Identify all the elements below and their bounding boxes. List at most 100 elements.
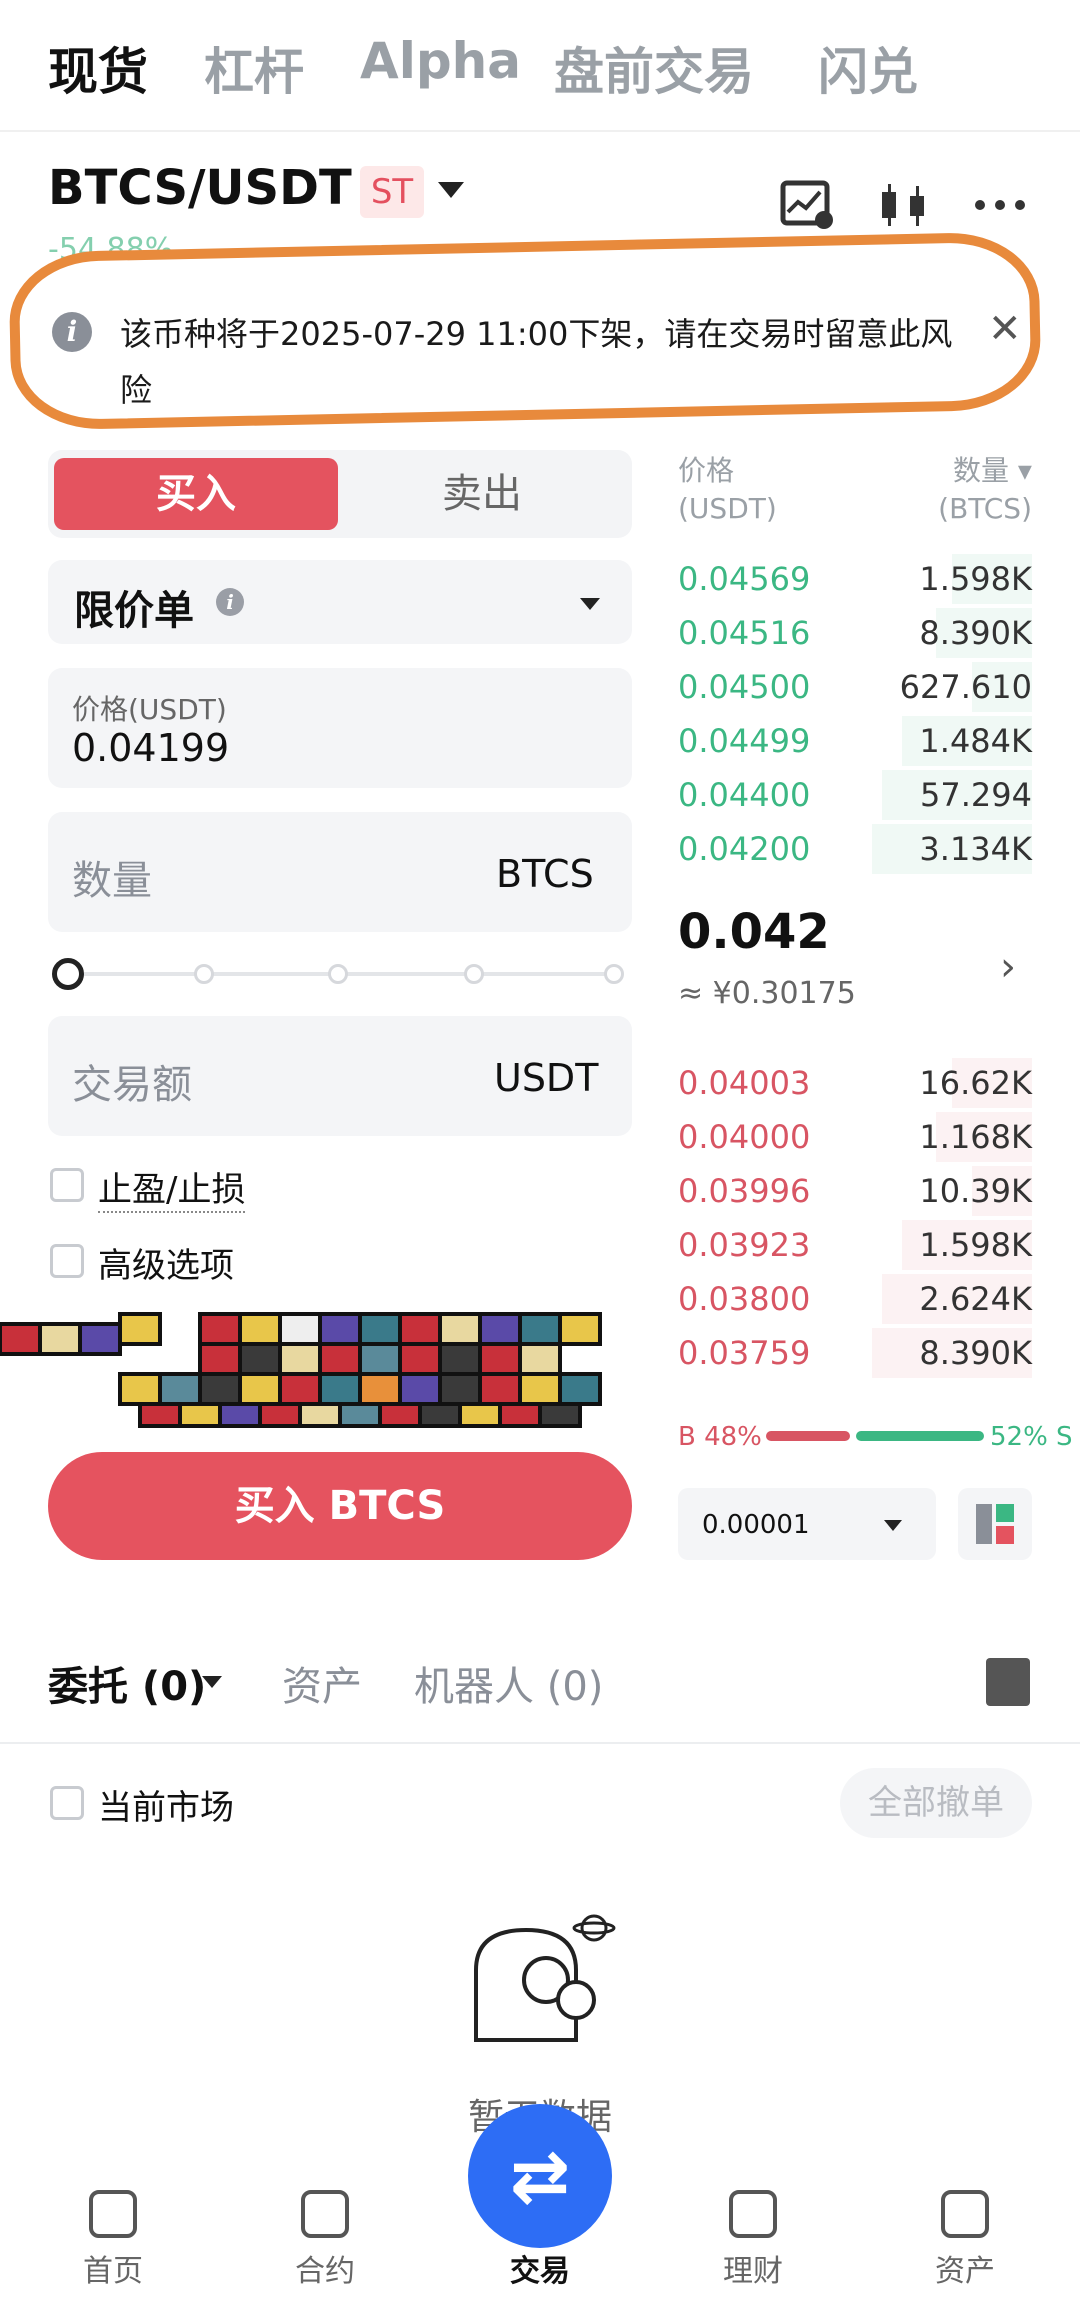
- bid-row[interactable]: 0.03923 1.598K: [678, 1218, 1032, 1272]
- ob-qty: 1.598K: [919, 1226, 1032, 1264]
- ob-qty: 2.624K: [919, 1280, 1032, 1318]
- nav-home-label[interactable]: 首页: [33, 2246, 193, 2290]
- pair-symbol[interactable]: BTCS/USDT: [48, 160, 352, 216]
- tab-assets[interactable]: 资产: [282, 1654, 362, 1712]
- top-tab-bar: 现货 杠杆 Alpha 盘前交易 闪兑: [0, 0, 1080, 132]
- ask-row[interactable]: 0.04499 1.484K: [678, 714, 1032, 768]
- bid-row[interactable]: 0.03996 10.39K: [678, 1164, 1032, 1218]
- slider-stop-100[interactable]: [604, 964, 624, 984]
- slider-stop-25[interactable]: [194, 964, 214, 984]
- chevron-down-icon[interactable]: [202, 1676, 222, 1688]
- candlestick-icon[interactable]: [876, 180, 932, 230]
- ob-price: 0.04499: [678, 722, 811, 760]
- nav-earn[interactable]: [698, 2190, 808, 2238]
- ob-qty-header-unit: (BTCS): [938, 492, 1032, 525]
- sell-tab[interactable]: 卖出: [340, 458, 624, 530]
- chevron-right-icon[interactable]: ›: [1000, 944, 1016, 990]
- divider: [0, 1742, 1080, 1744]
- ask-row[interactable]: 0.04500 627.610: [678, 660, 1032, 714]
- nav-earn-label[interactable]: 理财: [673, 2246, 833, 2290]
- chevron-down-icon: [580, 598, 600, 610]
- last-price: 0.042: [678, 904, 830, 960]
- price-value[interactable]: 0.04199: [72, 726, 229, 770]
- close-icon[interactable]: ✕: [988, 306, 1022, 352]
- nav-futures[interactable]: [270, 2190, 380, 2238]
- ob-qty: 8.390K: [919, 614, 1032, 652]
- ob-price-header: 价格 (USDT): [678, 452, 777, 528]
- current-market-label[interactable]: 当前市场: [98, 1780, 234, 1829]
- st-badge: ST: [360, 166, 424, 218]
- nav-assets-label[interactable]: 资产: [885, 2246, 1045, 2290]
- ob-qty: 16.62K: [919, 1064, 1032, 1102]
- precision-value: 0.00001: [702, 1510, 810, 1540]
- tab-alpha[interactable]: Alpha: [360, 32, 521, 90]
- sell-ratio: 52% S: [990, 1422, 1073, 1452]
- ob-price: 0.04003: [678, 1064, 811, 1102]
- redaction-scribble: [0, 1312, 602, 1428]
- ob-qty: 1.598K: [919, 560, 1032, 598]
- ob-qty: 627.610: [899, 668, 1032, 706]
- ob-price: 0.03996: [678, 1172, 811, 1210]
- ask-row[interactable]: 0.04200 3.134K: [678, 822, 1032, 876]
- ob-price: 0.03759: [678, 1334, 811, 1372]
- tab-open-orders[interactable]: 委托 (0): [48, 1654, 206, 1712]
- cancel-all-button[interactable]: 全部撤单: [840, 1768, 1032, 1838]
- more-icon[interactable]: [972, 180, 1028, 230]
- quantity-unit: BTCS: [496, 852, 594, 896]
- bid-row[interactable]: 0.04000 1.168K: [678, 1110, 1032, 1164]
- ob-price: 0.03800: [678, 1280, 811, 1318]
- buy-submit-button[interactable]: 买入 BTCS: [48, 1452, 632, 1560]
- tab-margin[interactable]: 杠杆: [204, 32, 304, 104]
- buy-tab[interactable]: 买入: [54, 458, 338, 530]
- total-label: 交易额: [72, 1062, 192, 1108]
- tpsl-label[interactable]: 止盈/止损: [98, 1162, 246, 1213]
- bid-row[interactable]: 0.04003 16.62K: [678, 1056, 1032, 1110]
- nav-futures-label[interactable]: 合约: [245, 2246, 405, 2290]
- chevron-down-icon[interactable]: [438, 182, 464, 198]
- ob-price: 0.04400: [678, 776, 811, 814]
- chart-icon[interactable]: [780, 180, 836, 230]
- ob-price: 0.04569: [678, 560, 811, 598]
- tpsl-checkbox[interactable]: [50, 1168, 84, 1202]
- bid-row[interactable]: 0.03800 2.624K: [678, 1272, 1032, 1326]
- tab-bots[interactable]: 机器人 (0): [414, 1654, 603, 1712]
- orderbook-layout-button[interactable]: [958, 1488, 1032, 1560]
- tab-spot[interactable]: 现货: [48, 32, 148, 104]
- order-history-icon[interactable]: [986, 1658, 1030, 1706]
- ob-price-header-label: 价格: [678, 454, 735, 487]
- advanced-label[interactable]: 高级选项: [98, 1238, 234, 1287]
- slider-stop-75[interactable]: [464, 964, 484, 984]
- sell-ratio-bar: [856, 1431, 984, 1441]
- ob-price: 0.04000: [678, 1118, 811, 1156]
- info-icon[interactable]: i: [216, 588, 244, 616]
- advanced-checkbox[interactable]: [50, 1244, 84, 1278]
- tab-premarket[interactable]: 盘前交易: [554, 32, 754, 104]
- chevron-down-icon: [884, 1520, 902, 1531]
- current-market-checkbox[interactable]: [50, 1786, 84, 1820]
- ob-qty: 10.39K: [919, 1172, 1032, 1210]
- buy-ratio: B 48%: [678, 1422, 762, 1452]
- chart-icon: [301, 2190, 349, 2238]
- nav-trade-label[interactable]: 交易: [460, 2246, 620, 2290]
- slider-stop-50[interactable]: [328, 964, 348, 984]
- nav-assets[interactable]: [910, 2190, 1020, 2238]
- tab-convert[interactable]: 闪兑: [818, 32, 918, 104]
- info-icon: i: [52, 312, 92, 352]
- ask-row[interactable]: 0.04516 8.390K: [678, 606, 1032, 660]
- ob-qty: 57.294: [920, 776, 1032, 814]
- ask-row[interactable]: 0.04569 1.598K: [678, 552, 1032, 606]
- ob-price: 0.04500: [678, 668, 811, 706]
- earn-icon: [729, 2190, 777, 2238]
- ob-qty: 8.390K: [919, 1334, 1032, 1372]
- nav-home[interactable]: [58, 2190, 168, 2238]
- ob-price: 0.04200: [678, 830, 811, 868]
- ask-row[interactable]: 0.04400 57.294: [678, 768, 1032, 822]
- trade-swap-button[interactable]: ⇄: [468, 2104, 612, 2248]
- buy-ratio-bar: [766, 1431, 850, 1441]
- slider-handle[interactable]: [52, 958, 84, 990]
- last-price-fiat: ≈ ¥0.30175: [678, 976, 856, 1011]
- ob-qty: 1.484K: [919, 722, 1032, 760]
- bid-row[interactable]: 0.03759 8.390K: [678, 1326, 1032, 1380]
- ob-qty-header[interactable]: 数量 ▾ (BTCS): [900, 452, 1032, 528]
- ob-qty: 3.134K: [919, 830, 1032, 868]
